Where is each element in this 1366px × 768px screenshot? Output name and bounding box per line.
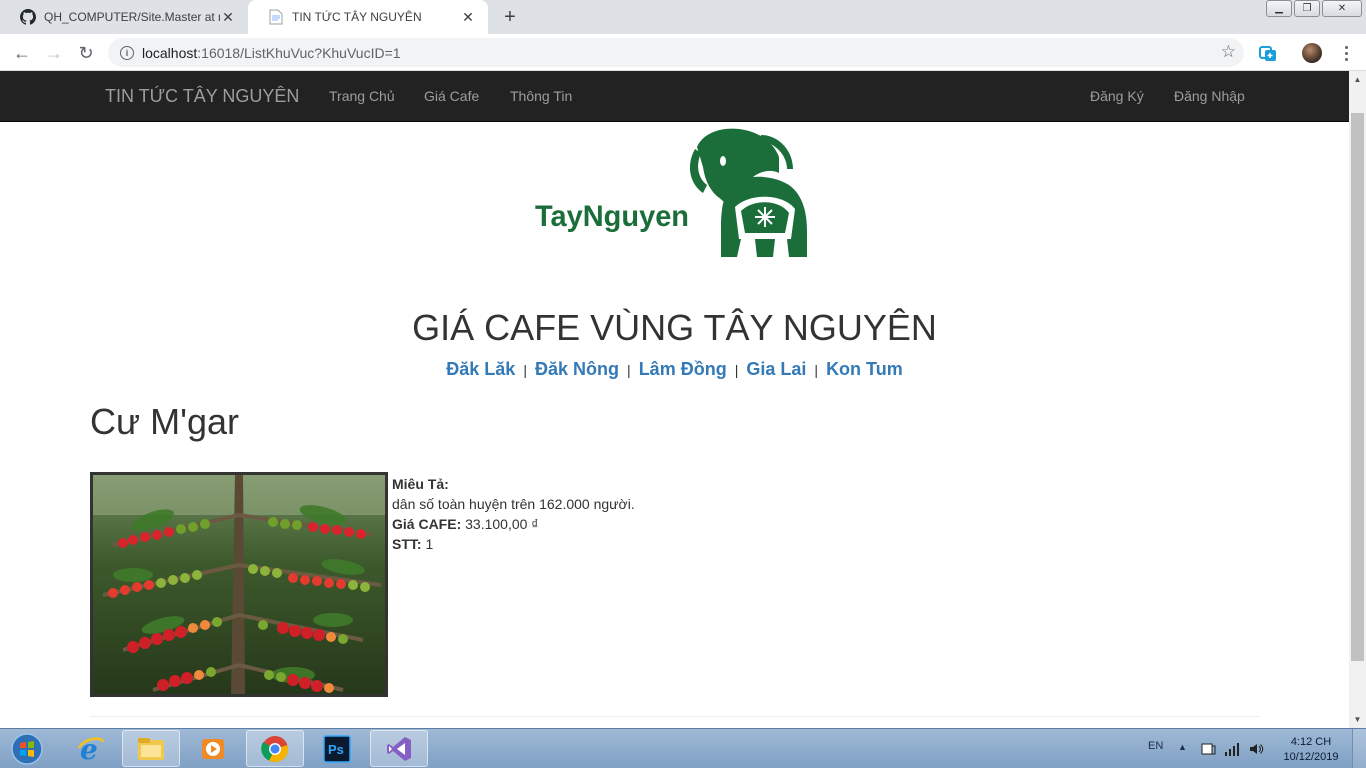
scroll-down-arrow-icon[interactable]: ▼ xyxy=(1349,711,1366,728)
tab-title: TIN TỨC TÂY NGUYÊN xyxy=(292,10,422,24)
close-icon[interactable]: ✕ xyxy=(460,9,476,25)
region-link-gia-lai[interactable]: Gia Lai xyxy=(746,359,806,379)
reload-icon[interactable]: ↻ xyxy=(72,39,100,67)
clock-date: 10/12/2019 xyxy=(1283,751,1339,763)
region-link-lam-dong[interactable]: Lâm Đồng xyxy=(639,359,727,379)
tray-expand-arrow-icon[interactable]: ▲ xyxy=(1178,742,1187,752)
separator: | xyxy=(523,362,527,378)
region-link-kon-tum[interactable]: Kon Tum xyxy=(826,359,903,379)
page-scrollbar[interactable]: ▲ ▼ xyxy=(1349,71,1366,728)
github-icon xyxy=(20,9,36,25)
region-link-dak-lak[interactable]: Đăk Lăk xyxy=(446,359,515,379)
back-arrow-icon[interactable]: ← xyxy=(8,39,36,67)
taskbar-visual-studio-icon[interactable] xyxy=(370,730,428,767)
price-value: 33.100,00 ₫ xyxy=(465,516,539,532)
bookmark-star-icon[interactable]: ☆ xyxy=(1221,42,1236,62)
area-details: Miêu Tả: dân số toàn huyện trên 162.000 … xyxy=(392,474,635,554)
nav-link-login[interactable]: Đăng Nhập xyxy=(1174,88,1245,104)
browser-tab-active[interactable]: TIN TỨC TÂY NGUYÊN ✕ xyxy=(248,0,488,34)
stt-label: STT: xyxy=(392,536,422,552)
page-icon xyxy=(268,9,284,25)
site-brand[interactable]: TIN TỨC TÂY NGUYÊN xyxy=(105,86,299,107)
browser-tab-github[interactable]: QH_COMPUTER/Site.Master at m ✕ xyxy=(0,0,248,34)
close-window-button[interactable]: ✕ xyxy=(1322,0,1362,17)
separator: | xyxy=(627,362,631,378)
taskbar-explorer-icon[interactable] xyxy=(122,730,180,767)
svg-text:Ps: Ps xyxy=(328,742,344,757)
window-controls: ▁ ❐ ✕ xyxy=(1266,0,1362,17)
taskbar-ie-icon[interactable]: e xyxy=(62,730,120,767)
logo-wordmark: TayNguyen xyxy=(535,200,689,233)
menu-kebab-icon[interactable] xyxy=(1336,41,1356,65)
address-bar[interactable]: i localhost:16018/ListKhuVuc?KhuVucID=1 … xyxy=(108,38,1244,67)
restore-button[interactable]: ❐ xyxy=(1294,0,1320,17)
volume-icon[interactable] xyxy=(1248,741,1264,757)
nav-link-info[interactable]: Thông Tin xyxy=(510,88,572,104)
tab-title: QH_COMPUTER/Site.Master at m xyxy=(44,10,220,24)
page-viewport: TIN TỨC TÂY NGUYÊN Trang Chủ Giá Cafe Th… xyxy=(0,71,1366,728)
separator: | xyxy=(734,362,739,378)
stt-value: 1 xyxy=(425,536,434,552)
nav-link-home[interactable]: Trang Chủ xyxy=(329,88,395,104)
description-value: dân số toàn huyện trên 162.000 người. xyxy=(392,496,635,512)
taskbar-media-player-icon[interactable] xyxy=(184,730,242,767)
url-host: localhost xyxy=(142,44,198,61)
divider xyxy=(90,716,1260,717)
browser-toolbar: ← → ↻ i localhost:16018/ListKhuVuc?KhuVu… xyxy=(0,34,1366,71)
area-heading: Cư M'gar xyxy=(90,401,239,442)
start-button[interactable] xyxy=(4,731,50,767)
network-signal-icon[interactable] xyxy=(1224,741,1240,757)
extension-icon[interactable] xyxy=(1258,43,1278,63)
scroll-up-arrow-icon[interactable]: ▲ xyxy=(1349,71,1366,88)
page-title: GIÁ CAFE VÙNG TÂY NGUYÊN xyxy=(412,307,937,348)
separator: | xyxy=(814,362,819,378)
clock-time: 4:12 CH xyxy=(1290,736,1332,748)
region-link-dak-nong[interactable]: Đăk Nông xyxy=(535,359,619,379)
taskbar-photoshop-icon[interactable]: Ps xyxy=(308,730,366,767)
nav-link-coffee-price[interactable]: Giá Cafe xyxy=(424,88,479,104)
close-icon[interactable]: ✕ xyxy=(220,9,236,25)
site-navbar: TIN TỨC TÂY NGUYÊN Trang Chủ Giá Cafe Th… xyxy=(0,71,1349,122)
description-label: Miêu Tả: xyxy=(392,476,449,492)
show-desktop-button[interactable] xyxy=(1352,729,1366,768)
site-logo: TayNguyen xyxy=(535,127,810,263)
tray-app-icon[interactable] xyxy=(1200,741,1216,757)
minimize-button[interactable]: ▁ xyxy=(1266,0,1292,17)
input-language[interactable]: EN xyxy=(1148,740,1163,752)
info-icon[interactable]: i xyxy=(120,45,134,60)
system-clock[interactable]: 4:12 CH 10/12/2019 xyxy=(1276,735,1346,765)
nav-link-register[interactable]: Đăng Ký xyxy=(1090,88,1144,104)
url-path: :16018/ListKhuVuc?KhuVucID=1 xyxy=(197,44,401,61)
forward-arrow-icon[interactable]: → xyxy=(40,39,68,67)
new-tab-plus-icon[interactable]: + xyxy=(498,5,522,29)
windows-taskbar: e Ps EN ▲ 4:12 CH 10/12/2019 xyxy=(0,728,1366,768)
profile-avatar[interactable] xyxy=(1302,43,1322,63)
region-links: Đăk Lăk | Đăk Nông | Lâm Đồng | Gia Lai … xyxy=(0,359,1349,380)
scrollbar-thumb[interactable] xyxy=(1351,113,1364,661)
price-label: Giá CAFE: xyxy=(392,516,462,532)
browser-tabstrip: QH_COMPUTER/Site.Master at m ✕ TIN TỨC T… xyxy=(0,0,1366,34)
taskbar-chrome-icon[interactable] xyxy=(246,730,304,767)
coffee-cherry-photo xyxy=(90,472,388,697)
